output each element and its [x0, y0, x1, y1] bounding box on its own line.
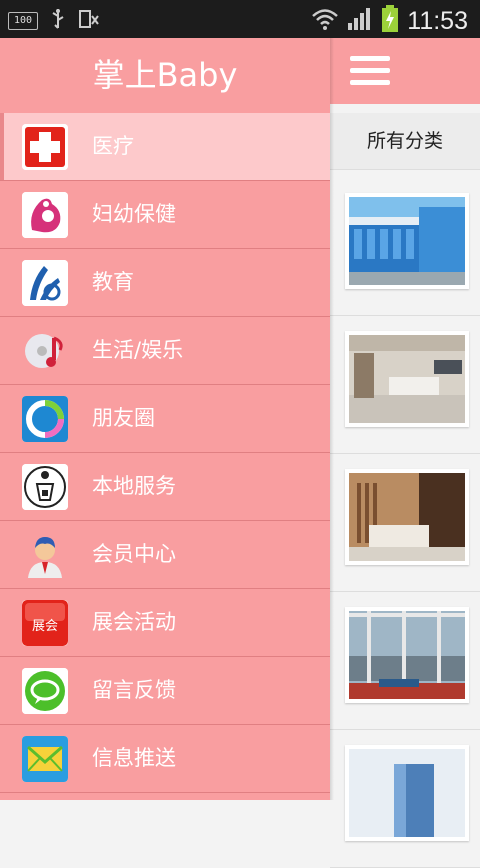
drawer-item-label: 妇幼保健	[92, 202, 176, 226]
debug-icon	[78, 8, 100, 34]
drawer-item-feedback[interactable]: 留言反馈	[0, 657, 330, 725]
lobby-image	[345, 331, 469, 427]
reception-image	[345, 469, 469, 565]
tower-image	[345, 745, 469, 841]
drawer-item-medical[interactable]: 医疗	[0, 113, 330, 181]
drawer-item-label: 会员中心	[92, 542, 176, 566]
mother-baby-icon	[22, 192, 68, 238]
speech-bubble-icon	[22, 668, 68, 714]
drawer-item-friends-circle[interactable]: 朋友圈	[0, 385, 330, 453]
drawer-item-label: 医疗	[92, 134, 134, 158]
action-bar	[330, 38, 480, 104]
drawer-item-label: 教育	[92, 270, 134, 294]
tab-all-categories[interactable]: 所有分类	[330, 113, 480, 170]
signal-icon	[347, 7, 373, 35]
battery-level-badge: 100	[8, 12, 38, 30]
status-left: 100	[8, 8, 100, 34]
circle-ring-icon	[22, 396, 68, 442]
drawer-item-label: 信息推送	[92, 746, 176, 770]
list-item[interactable]	[330, 316, 480, 454]
drawer-item-label: 朋友圈	[92, 406, 155, 430]
drawer-item-label: 留言反馈	[92, 678, 176, 702]
drawer-item-exhibition[interactable]: 展会 展会活动	[0, 589, 330, 657]
education-hands-icon	[22, 260, 68, 306]
music-disc-icon	[22, 328, 68, 374]
list-item[interactable]	[330, 454, 480, 592]
red-cross-icon	[22, 124, 68, 170]
app-title: 掌上Baby	[92, 56, 238, 94]
drawer-item-local-services[interactable]: 本地服务	[0, 453, 330, 521]
drawer-item-label: 生活/娱乐	[92, 338, 184, 362]
navigation-drawer: 掌上Baby 医疗 妇幼保健 教育 生活/娱乐 朋友圈 本地服务 会员中心 展会…	[0, 38, 330, 800]
list-item[interactable]	[330, 178, 480, 316]
drawer-menu: 医疗 妇幼保健 教育 生活/娱乐 朋友圈 本地服务 会员中心 展会 展会活动 留…	[0, 113, 330, 793]
drawer-item-label: 本地服务	[92, 474, 176, 498]
exhibition-icon: 展会	[22, 600, 68, 646]
thumbnail-list	[330, 178, 480, 868]
drawer-item-member-center[interactable]: 会员中心	[0, 521, 330, 589]
drawer-item-push-messages[interactable]: 信息推送	[0, 725, 330, 793]
building-exterior-image	[345, 193, 469, 289]
drawer-item-education[interactable]: 教育	[0, 249, 330, 317]
drawer-item-maternal-health[interactable]: 妇幼保健	[0, 181, 330, 249]
list-item[interactable]	[330, 592, 480, 730]
local-service-icon	[22, 464, 68, 510]
member-avatar-icon	[22, 532, 68, 578]
clock-time: 11:53	[407, 6, 468, 35]
drawer-item-label: 展会活动	[92, 610, 176, 634]
main-content: 所有分类	[330, 38, 480, 868]
drawer-item-life-entertainment[interactable]: 生活/娱乐	[0, 317, 330, 385]
status-right: 11:53	[311, 5, 468, 37]
wifi-icon	[311, 7, 339, 35]
status-bar: 100 11:53	[0, 0, 480, 38]
list-item[interactable]	[330, 730, 480, 868]
battery-charging-icon	[381, 5, 399, 37]
window-view-image	[345, 607, 469, 703]
usb-icon	[50, 8, 66, 34]
svg-text:展会: 展会	[32, 619, 58, 634]
menu-hamburger-icon[interactable]	[350, 56, 390, 86]
envelope-icon	[22, 736, 68, 782]
